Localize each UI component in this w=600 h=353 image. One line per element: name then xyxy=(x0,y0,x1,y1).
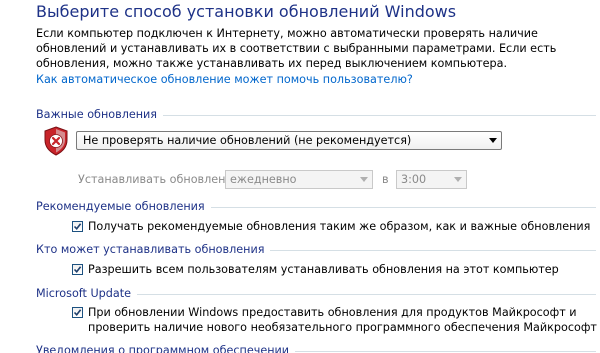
checkmark-icon xyxy=(73,309,82,317)
microsoft-update-header: Microsoft Update xyxy=(36,287,596,300)
time-select-value: 3:00 xyxy=(401,173,427,186)
section-divider xyxy=(295,351,596,352)
windows-update-settings: Выберите способ установки обновлений Win… xyxy=(0,0,600,353)
intro-text: Если компьютер подключен к Интернету, мо… xyxy=(36,27,557,70)
recommended-updates-header-label: Рекомендуемые обновления xyxy=(36,200,205,213)
microsoft-update-header-label: Microsoft Update xyxy=(36,287,131,300)
important-updates-select-value: Не проверять наличие обновлений (не реко… xyxy=(83,134,412,147)
important-updates-select[interactable]: Не проверять наличие обновлений (не реко… xyxy=(76,131,502,150)
chevron-down-icon xyxy=(360,177,368,182)
shield-error-icon xyxy=(43,126,69,156)
software-notifications-header-label: Уведомления о программном обеспечении xyxy=(36,344,290,353)
microsoft-update-row: При обновлении Windows предоставить обно… xyxy=(72,305,598,335)
recommended-updates-checkbox-label: Получать рекомендуемые обновления таким … xyxy=(88,220,591,233)
recommended-updates-header: Рекомендуемые обновления xyxy=(36,200,596,213)
recommended-updates-checkbox[interactable] xyxy=(72,221,83,232)
help-link[interactable]: Как автоматическое обновление может помо… xyxy=(36,73,413,86)
time-select[interactable]: 3:00 xyxy=(396,170,467,189)
important-updates-header: Важные обновления xyxy=(36,108,596,121)
allow-all-users-checkbox[interactable] xyxy=(72,264,83,275)
checkmark-icon xyxy=(73,223,82,231)
who-can-install-header-label: Кто может устанавливать обновления xyxy=(36,243,265,256)
section-divider xyxy=(210,207,596,208)
chevron-down-icon xyxy=(489,138,497,143)
section-divider xyxy=(163,115,596,116)
who-can-install-header: Кто может устанавливать обновления xyxy=(36,243,596,256)
frequency-select-value: ежедневно xyxy=(230,173,297,186)
chevron-down-icon xyxy=(454,177,462,182)
page-title: Выберите способ установки обновлений Win… xyxy=(36,2,457,21)
section-divider xyxy=(270,250,596,251)
section-divider xyxy=(136,294,596,295)
microsoft-update-checkbox-label: При обновлении Windows предоставить обно… xyxy=(88,306,597,334)
checkmark-icon xyxy=(73,266,82,274)
at-label: в xyxy=(382,173,389,186)
important-updates-header-label: Важные обновления xyxy=(36,108,158,121)
allow-all-users-checkbox-label: Разрешить всем пользователям устанавлива… xyxy=(88,263,559,276)
software-notifications-header: Уведомления о программном обеспечении xyxy=(36,344,596,353)
microsoft-update-checkbox[interactable] xyxy=(72,307,83,318)
install-updates-label: Устанавливать обновления: xyxy=(78,173,244,186)
allow-all-users-row: Разрешить всем пользователям устанавлива… xyxy=(72,262,598,277)
recommended-updates-row: Получать рекомендуемые обновления таким … xyxy=(72,219,598,234)
frequency-select[interactable]: ежедневно xyxy=(225,170,373,189)
